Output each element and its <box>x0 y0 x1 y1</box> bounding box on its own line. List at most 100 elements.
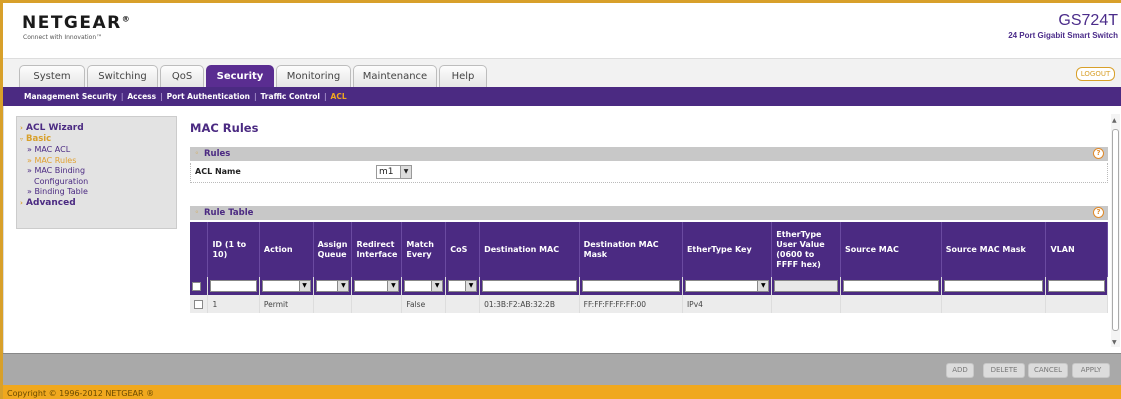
table-row: 1 Permit False 01:3B:F2:AB:32:2B FF:FF:F… <box>190 295 1108 313</box>
dropdown-arrow-icon: ▼ <box>337 281 349 291</box>
acl-name-select[interactable]: m1 ▼ <box>376 165 412 179</box>
subnav-management-security[interactable]: Management Security <box>24 92 117 101</box>
column-header-ethertype-user-value: EtherType User Value (0600 to FFFF hex) <box>771 222 841 277</box>
apply-button[interactable]: APPLY <box>1072 363 1110 378</box>
netgear-logo: NETGEAR® <box>22 13 130 33</box>
select-all-header <box>190 222 209 277</box>
subnav-traffic-control[interactable]: Traffic Control <box>261 92 320 101</box>
logout-button[interactable]: LOGOUT <box>1076 67 1115 81</box>
cell-source-mac-mask <box>941 295 1047 313</box>
row-checkbox[interactable] <box>194 299 203 309</box>
subnav-acl[interactable]: ACL <box>331 92 347 101</box>
tab-qos[interactable]: QoS <box>160 65 204 88</box>
dropdown-arrow-icon: ▼ <box>431 281 443 291</box>
column-header-id: ID (1 to 10) <box>207 222 260 277</box>
panel-bullet-icon: ◦ <box>195 150 199 157</box>
select-all-checkbox[interactable] <box>192 281 201 291</box>
sidebar-item-mac-rules[interactable]: » MAC Rules <box>20 156 176 167</box>
rules-panel-header: ◦ Rules ? <box>190 147 1108 161</box>
column-header-source-mac: Source MAC <box>840 222 942 277</box>
subnav-port-authentication[interactable]: Port Authentication <box>167 92 250 101</box>
tab-system[interactable]: System <box>19 65 85 88</box>
cell-id: 1 <box>207 295 260 313</box>
vlan-input[interactable] <box>1048 280 1105 292</box>
delete-button[interactable]: DELETE <box>983 363 1025 378</box>
cell-assign-queue <box>313 295 353 313</box>
column-header-action: Action <box>259 222 314 277</box>
subnav-access[interactable]: Access <box>127 92 156 101</box>
rule-table-panel-header: ◦ Rule Table ? <box>190 206 1108 220</box>
cell-ethertype-key: IPv4 <box>682 295 773 313</box>
sidebar-item-basic[interactable]: ▿ Basic <box>20 134 176 146</box>
table-input-row: ▼ ▼ ▼ ▼ ▼ ▼ <box>190 277 1108 295</box>
main-tabbar: System Switching QoS Security Monitoring… <box>3 58 1121 88</box>
tab-switching[interactable]: Switching <box>87 65 158 88</box>
sidebar-item-acl-wizard[interactable]: › ACL Wizard <box>20 123 176 134</box>
table-header-row: ID (1 to 10) Action Assign Queue Redirec… <box>190 222 1108 277</box>
dropdown-arrow-icon: ▼ <box>465 281 477 291</box>
tab-security[interactable]: Security <box>206 65 274 88</box>
security-subnav: Management Security | Access | Port Authenti… <box>3 87 1121 106</box>
model-name: GS724T <box>1058 12 1118 29</box>
dropdown-arrow-icon: ▼ <box>387 281 399 291</box>
scroll-up-arrow-icon[interactable]: ▲ <box>1112 117 1117 124</box>
cell-ethertype-user-value <box>771 295 841 313</box>
cell-vlan <box>1045 295 1108 313</box>
assign-queue-select[interactable]: ▼ <box>315 280 350 292</box>
ethertype-key-select[interactable]: ▼ <box>684 280 770 292</box>
chevron-right-icon: › <box>20 198 23 207</box>
redirect-interface-select[interactable]: ▼ <box>354 280 400 292</box>
sidebar-item-binding-table[interactable]: » Binding Table <box>20 187 176 198</box>
button-bar: ADD DELETE CANCEL APPLY <box>3 353 1121 385</box>
column-header-vlan: VLAN <box>1045 222 1108 277</box>
column-header-match-every: Match Every <box>401 222 447 277</box>
cell-action: Permit <box>259 295 314 313</box>
tab-help[interactable]: Help <box>439 65 487 88</box>
dropdown-arrow-icon: ▼ <box>400 166 411 178</box>
tab-maintenance[interactable]: Maintenance <box>353 65 437 88</box>
id-input[interactable] <box>210 280 257 292</box>
cell-destination-mac: 01:3B:F2:AB:32:2B <box>479 295 580 313</box>
dropdown-arrow-icon: ▼ <box>757 281 769 291</box>
column-header-redirect-interface: Redirect Interface <box>351 222 403 277</box>
chevron-right-icon: › <box>20 124 23 132</box>
rule-table: ID (1 to 10) Action Assign Queue Redirec… <box>190 222 1108 313</box>
column-header-destination-mac: Destination MAC <box>479 222 580 277</box>
sidebar: › ACL Wizard ▿ Basic » MAC ACL » MAC Rul… <box>16 116 177 229</box>
cell-cos <box>445 295 481 313</box>
column-header-destination-mac-mask: Destination MAC Mask <box>579 222 683 277</box>
column-header-assign-queue: Assign Queue <box>313 222 353 277</box>
source-mac-mask-input[interactable] <box>943 280 1044 292</box>
help-icon[interactable]: ? <box>1093 148 1104 159</box>
acl-name-label: ACL Name <box>195 167 241 176</box>
sidebar-item-mac-acl[interactable]: » MAC ACL <box>20 145 176 156</box>
cell-redirect-interface <box>351 295 403 313</box>
match-every-select[interactable]: ▼ <box>404 280 444 292</box>
add-button[interactable]: ADD <box>946 363 974 378</box>
destination-mac-input[interactable] <box>482 280 577 292</box>
source-mac-input[interactable] <box>842 280 939 292</box>
help-icon[interactable]: ? <box>1093 207 1104 218</box>
column-header-ethertype-key: EtherType Key <box>682 222 773 277</box>
cell-destination-mac-mask: FF:FF:FF:FF:FF:00 <box>579 295 683 313</box>
action-select[interactable]: ▼ <box>261 280 311 292</box>
scrollbar-thumb[interactable] <box>1112 129 1119 331</box>
cancel-button[interactable]: CANCEL <box>1028 363 1068 378</box>
scroll-down-arrow-icon[interactable]: ▼ <box>1112 339 1117 346</box>
destination-mac-mask-input[interactable] <box>581 280 680 292</box>
ethertype-user-value-input[interactable] <box>774 280 838 292</box>
sidebar-item-mac-binding-configuration[interactable]: Configuration <box>20 177 176 188</box>
cell-source-mac <box>840 295 942 313</box>
chevron-down-icon: ▿ <box>20 135 24 143</box>
column-header-cos: CoS <box>445 222 481 277</box>
sidebar-item-advanced[interactable]: › Advanced <box>20 198 176 209</box>
copyright-footer: Copyright © 1996-2012 NETGEAR ® <box>3 385 1121 399</box>
header: NETGEAR® Connect with Innovation™ GS724T… <box>3 3 1121 58</box>
sidebar-item-mac-binding[interactable]: » MAC Binding <box>20 166 176 177</box>
column-header-source-mac-mask: Source MAC Mask <box>941 222 1047 277</box>
dropdown-arrow-icon: ▼ <box>298 281 310 291</box>
cos-select[interactable]: ▼ <box>448 280 478 292</box>
tab-monitoring[interactable]: Monitoring <box>276 65 351 88</box>
page-title: MAC Rules <box>190 121 259 135</box>
rule-table-title: Rule Table <box>204 208 254 218</box>
